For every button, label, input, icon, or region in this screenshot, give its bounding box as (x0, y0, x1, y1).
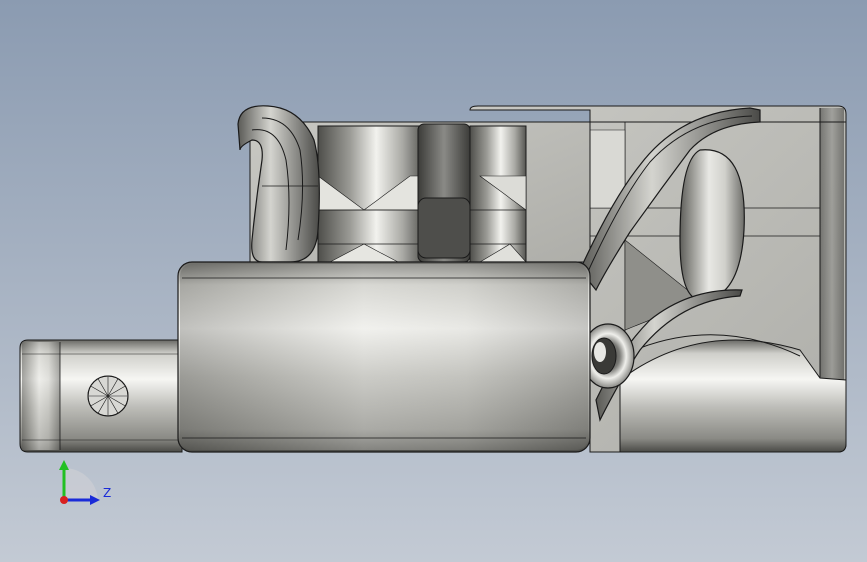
main-cylinder (177, 261, 591, 453)
countersink-hole (87, 375, 129, 417)
triad-quadrant (64, 467, 98, 500)
model-canvas[interactable]: Z (0, 0, 867, 562)
y-axis-arrowhead (59, 460, 69, 470)
coordinate-triad[interactable]: Z (59, 460, 111, 505)
cad-3d-viewport[interactable]: Z (0, 0, 867, 562)
center-rib (417, 123, 471, 263)
z-axis-label: Z (103, 486, 111, 500)
x-axis-dot (60, 496, 68, 504)
